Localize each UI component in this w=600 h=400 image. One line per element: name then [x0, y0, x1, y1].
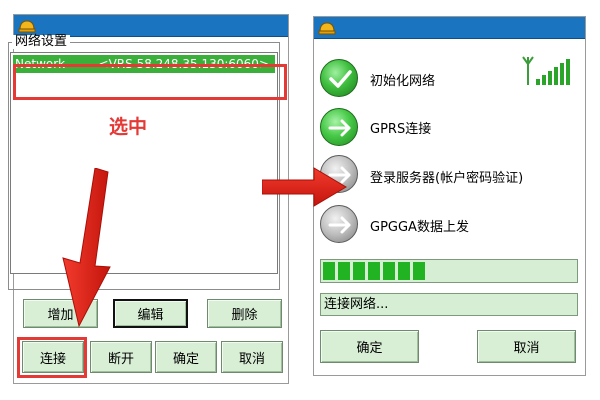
connect-highlight-box [17, 337, 87, 378]
connection-progress-bar [320, 259, 578, 283]
step-active-arrow-icon [320, 108, 358, 146]
progress-segment [338, 262, 350, 280]
cancel-button-left[interactable]: 取消 [221, 341, 283, 373]
step-label-login-server: 登录服务器(帐户密码验证) [370, 171, 524, 186]
edit-button[interactable]: 编辑 [113, 299, 188, 328]
red-arrow-down-icon [62, 168, 111, 328]
right-titlebar [314, 17, 585, 39]
progress-segment [368, 262, 380, 280]
cancel-button-right[interactable]: 取消 [477, 330, 576, 363]
step-label-gprs: GPRS连接 [370, 122, 432, 137]
progress-segment [383, 262, 395, 280]
group-title: 网络设置 [12, 35, 71, 49]
progress-segment [413, 262, 425, 280]
signal-strength-icon [522, 56, 570, 85]
step-pending-arrow-icon [320, 205, 358, 243]
progress-segment [353, 262, 365, 280]
ok-button-right[interactable]: 确定 [320, 330, 419, 363]
step-done-check-icon [320, 59, 358, 97]
selection-highlight-box [13, 64, 287, 100]
delete-button[interactable]: 删除 [207, 299, 282, 328]
ok-button-left[interactable]: 确定 [155, 341, 217, 373]
progress-fill [323, 262, 425, 280]
selected-annotation: 选中 [109, 116, 148, 138]
helmet-icon [318, 22, 336, 35]
progress-segment [323, 262, 335, 280]
step-label-init-network: 初始化网络 [370, 74, 436, 89]
status-text-field: 连接网络... [320, 293, 578, 316]
progress-segment [398, 262, 410, 280]
helmet-icon [18, 20, 36, 33]
red-arrow-right-icon [262, 167, 347, 207]
step-label-gpgga: GPGGA数据上发 [370, 220, 469, 235]
disconnect-button[interactable]: 断开 [90, 341, 152, 373]
